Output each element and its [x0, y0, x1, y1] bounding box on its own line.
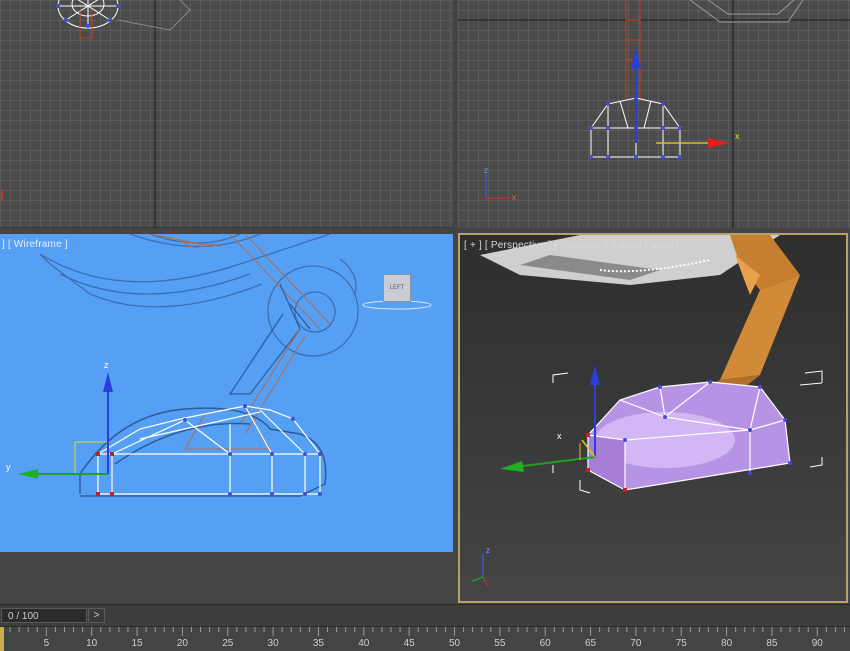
top-scene	[0, 0, 453, 228]
current-frame-marker[interactable]	[0, 627, 4, 651]
front-scene: x z x	[458, 0, 850, 228]
ruler-label: 90	[811, 638, 823, 649]
ruler-label: 85	[766, 638, 778, 649]
ruler-label: 55	[494, 638, 506, 649]
ruler-label: 40	[358, 638, 370, 649]
gizmo-z-label: z	[104, 360, 109, 370]
viewcube[interactable]: LEFT	[383, 274, 411, 302]
svg-text:x: x	[557, 431, 562, 441]
axis-tripod-perspective: z	[471, 546, 490, 588]
ruler-label: 35	[312, 638, 324, 649]
ruler-label: 30	[267, 638, 279, 649]
ruler-label: 70	[630, 638, 642, 649]
ruler-label: 10	[86, 638, 98, 649]
viewport-perspective-label[interactable]: [ + ] [ Perspective ] [ Realistic + Edge…	[464, 240, 679, 251]
lamp-base-perspective	[586, 380, 792, 492]
svg-text:z: z	[484, 166, 488, 175]
viewport-top[interactable]	[0, 0, 453, 228]
perspective-scene: x z	[471, 235, 823, 588]
move-gizmo-left: z y	[6, 360, 113, 479]
viewport-empty-area	[0, 552, 453, 603]
gizmo-x-label: x	[735, 131, 740, 141]
viewport-front[interactable]: x z x	[458, 0, 850, 228]
viewport-perspective[interactable]: x z [ + ] [ Perspective ] [ Realistic + …	[458, 233, 848, 603]
ruler-label: 65	[584, 638, 597, 649]
move-gizmo-front: x	[631, 48, 740, 148]
next-frame-button[interactable]: >	[88, 608, 105, 623]
ruler-label: 15	[131, 638, 143, 649]
axis-tripod-front: z x	[484, 166, 516, 202]
ruler-label: 45	[403, 638, 415, 649]
gizmo-y-label: y	[6, 462, 11, 472]
lamp-base-left	[97, 405, 321, 495]
ruler-label: 25	[222, 638, 234, 649]
lamp-head-top	[57, 0, 119, 29]
ruler-label: 80	[721, 638, 733, 649]
ruler-label: 20	[176, 638, 188, 649]
ruler-label: 50	[448, 638, 461, 649]
viewport-left-label[interactable]: ] [ Wireframe ]	[2, 239, 68, 250]
track-bar[interactable]: 5 10 15 20 25 30 35 40 45 50 55 60 65 70 75 80 85 90	[0, 626, 850, 651]
time-slider-bar: 0 / 100 >	[0, 604, 850, 627]
svg-text:z: z	[486, 546, 490, 555]
move-gizmo-perspective: x	[500, 365, 600, 472]
ruler-label: 60	[539, 638, 551, 649]
ruler-label: 5	[43, 638, 50, 649]
svg-text:x: x	[512, 193, 516, 202]
ruler-label: 75	[675, 638, 687, 649]
time-slider[interactable]: 0 / 100	[1, 608, 87, 623]
